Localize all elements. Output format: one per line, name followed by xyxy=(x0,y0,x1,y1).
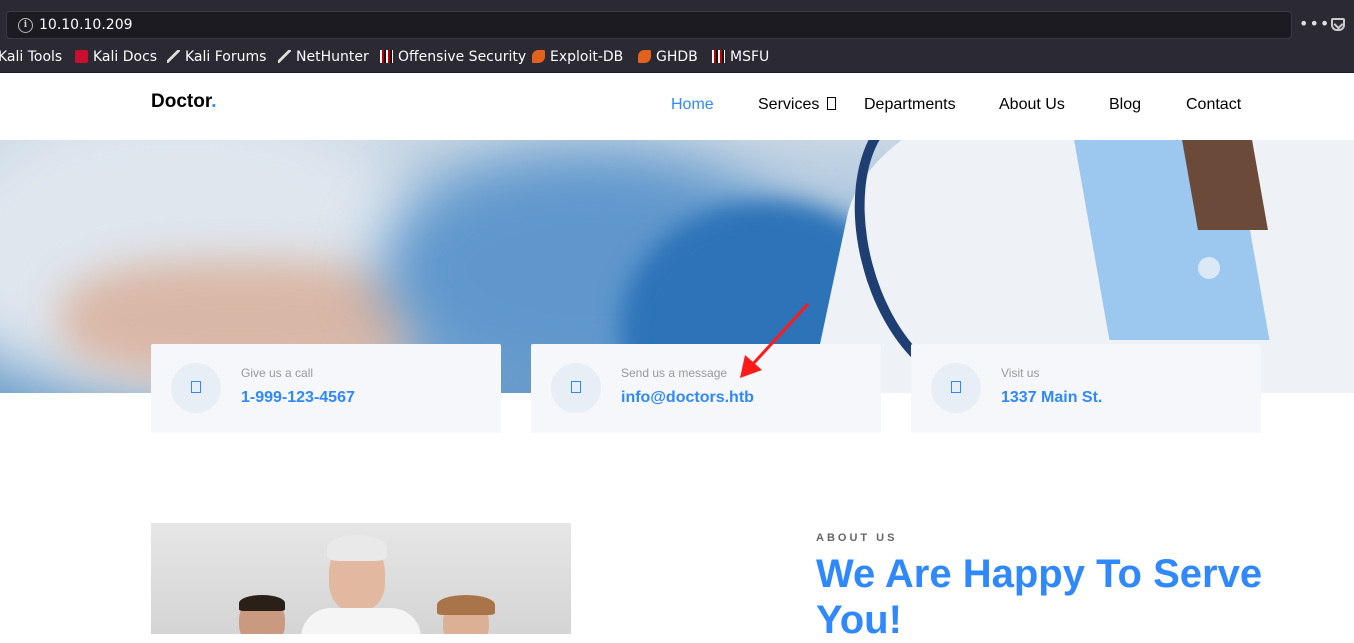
about-subheading: ABOUT US xyxy=(816,532,898,544)
doctor-hair xyxy=(327,535,387,561)
doctor-hair xyxy=(437,595,495,615)
doctor-hair xyxy=(239,595,285,611)
doctors-photo xyxy=(151,523,571,634)
doctor-coat xyxy=(301,608,421,634)
about-title: We Are Happy To Serve You! xyxy=(816,552,1263,642)
